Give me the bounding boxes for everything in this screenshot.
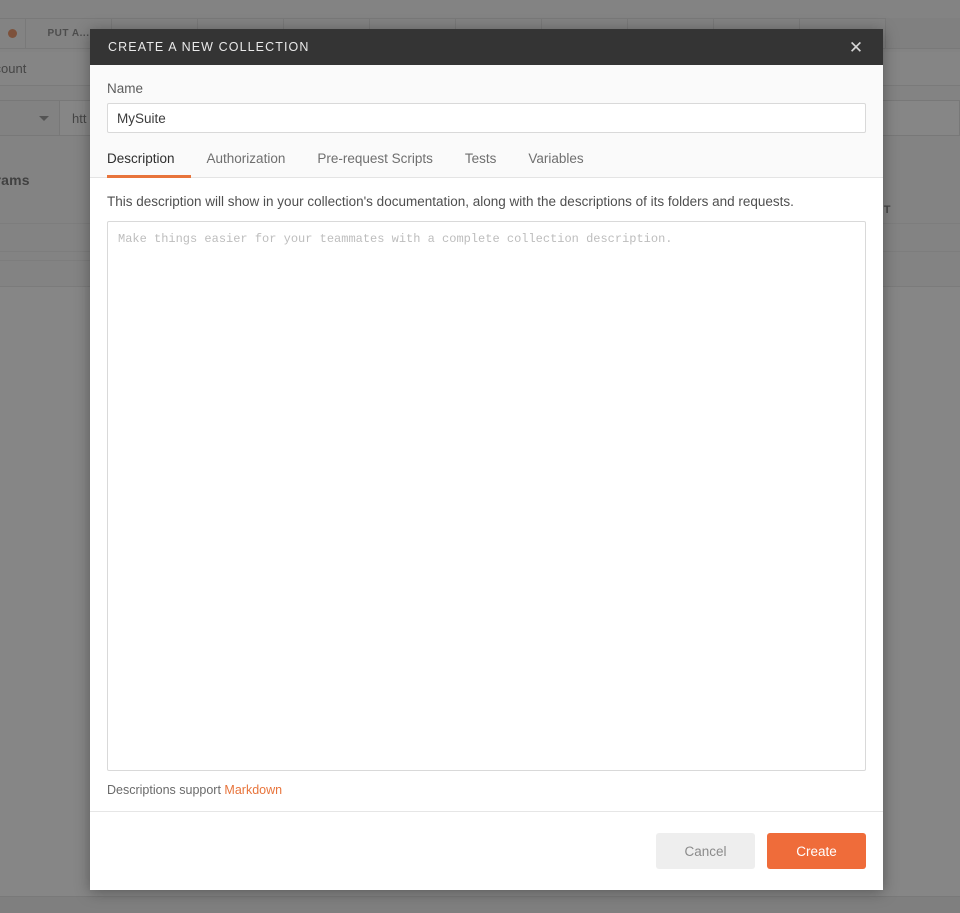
name-label: Name (107, 81, 144, 96)
create-button[interactable]: Create (767, 833, 866, 869)
markdown-link[interactable]: Markdown (224, 783, 282, 797)
close-icon[interactable]: ✕ (845, 36, 867, 58)
modal-title: CREATE A NEW COLLECTION (108, 40, 310, 54)
collection-name-input[interactable] (107, 103, 866, 133)
tab-authorization[interactable]: Authorization (191, 151, 302, 178)
description-hint: This description will show in your colle… (107, 194, 794, 209)
tab-variables[interactable]: Variables (512, 151, 599, 178)
create-collection-modal: CREATE A NEW COLLECTION ✕ Name Descripti… (90, 29, 883, 890)
cancel-button[interactable]: Cancel (656, 833, 755, 869)
modal-top-section: Name Description Authorization Pre-reque… (90, 65, 883, 178)
markdown-note-text: Descriptions support (107, 783, 225, 797)
tab-description[interactable]: Description (107, 151, 191, 178)
modal-header: CREATE A NEW COLLECTION ✕ (90, 29, 883, 65)
description-textarea[interactable] (107, 221, 866, 771)
modal-tabs: Description Authorization Pre-request Sc… (107, 150, 866, 178)
tab-tests[interactable]: Tests (449, 151, 513, 178)
tab-pre-request-scripts[interactable]: Pre-request Scripts (301, 151, 449, 178)
modal-body: This description will show in your colle… (90, 178, 883, 811)
modal-footer: Cancel Create (90, 811, 883, 890)
markdown-note: Descriptions support Markdown (107, 771, 866, 811)
